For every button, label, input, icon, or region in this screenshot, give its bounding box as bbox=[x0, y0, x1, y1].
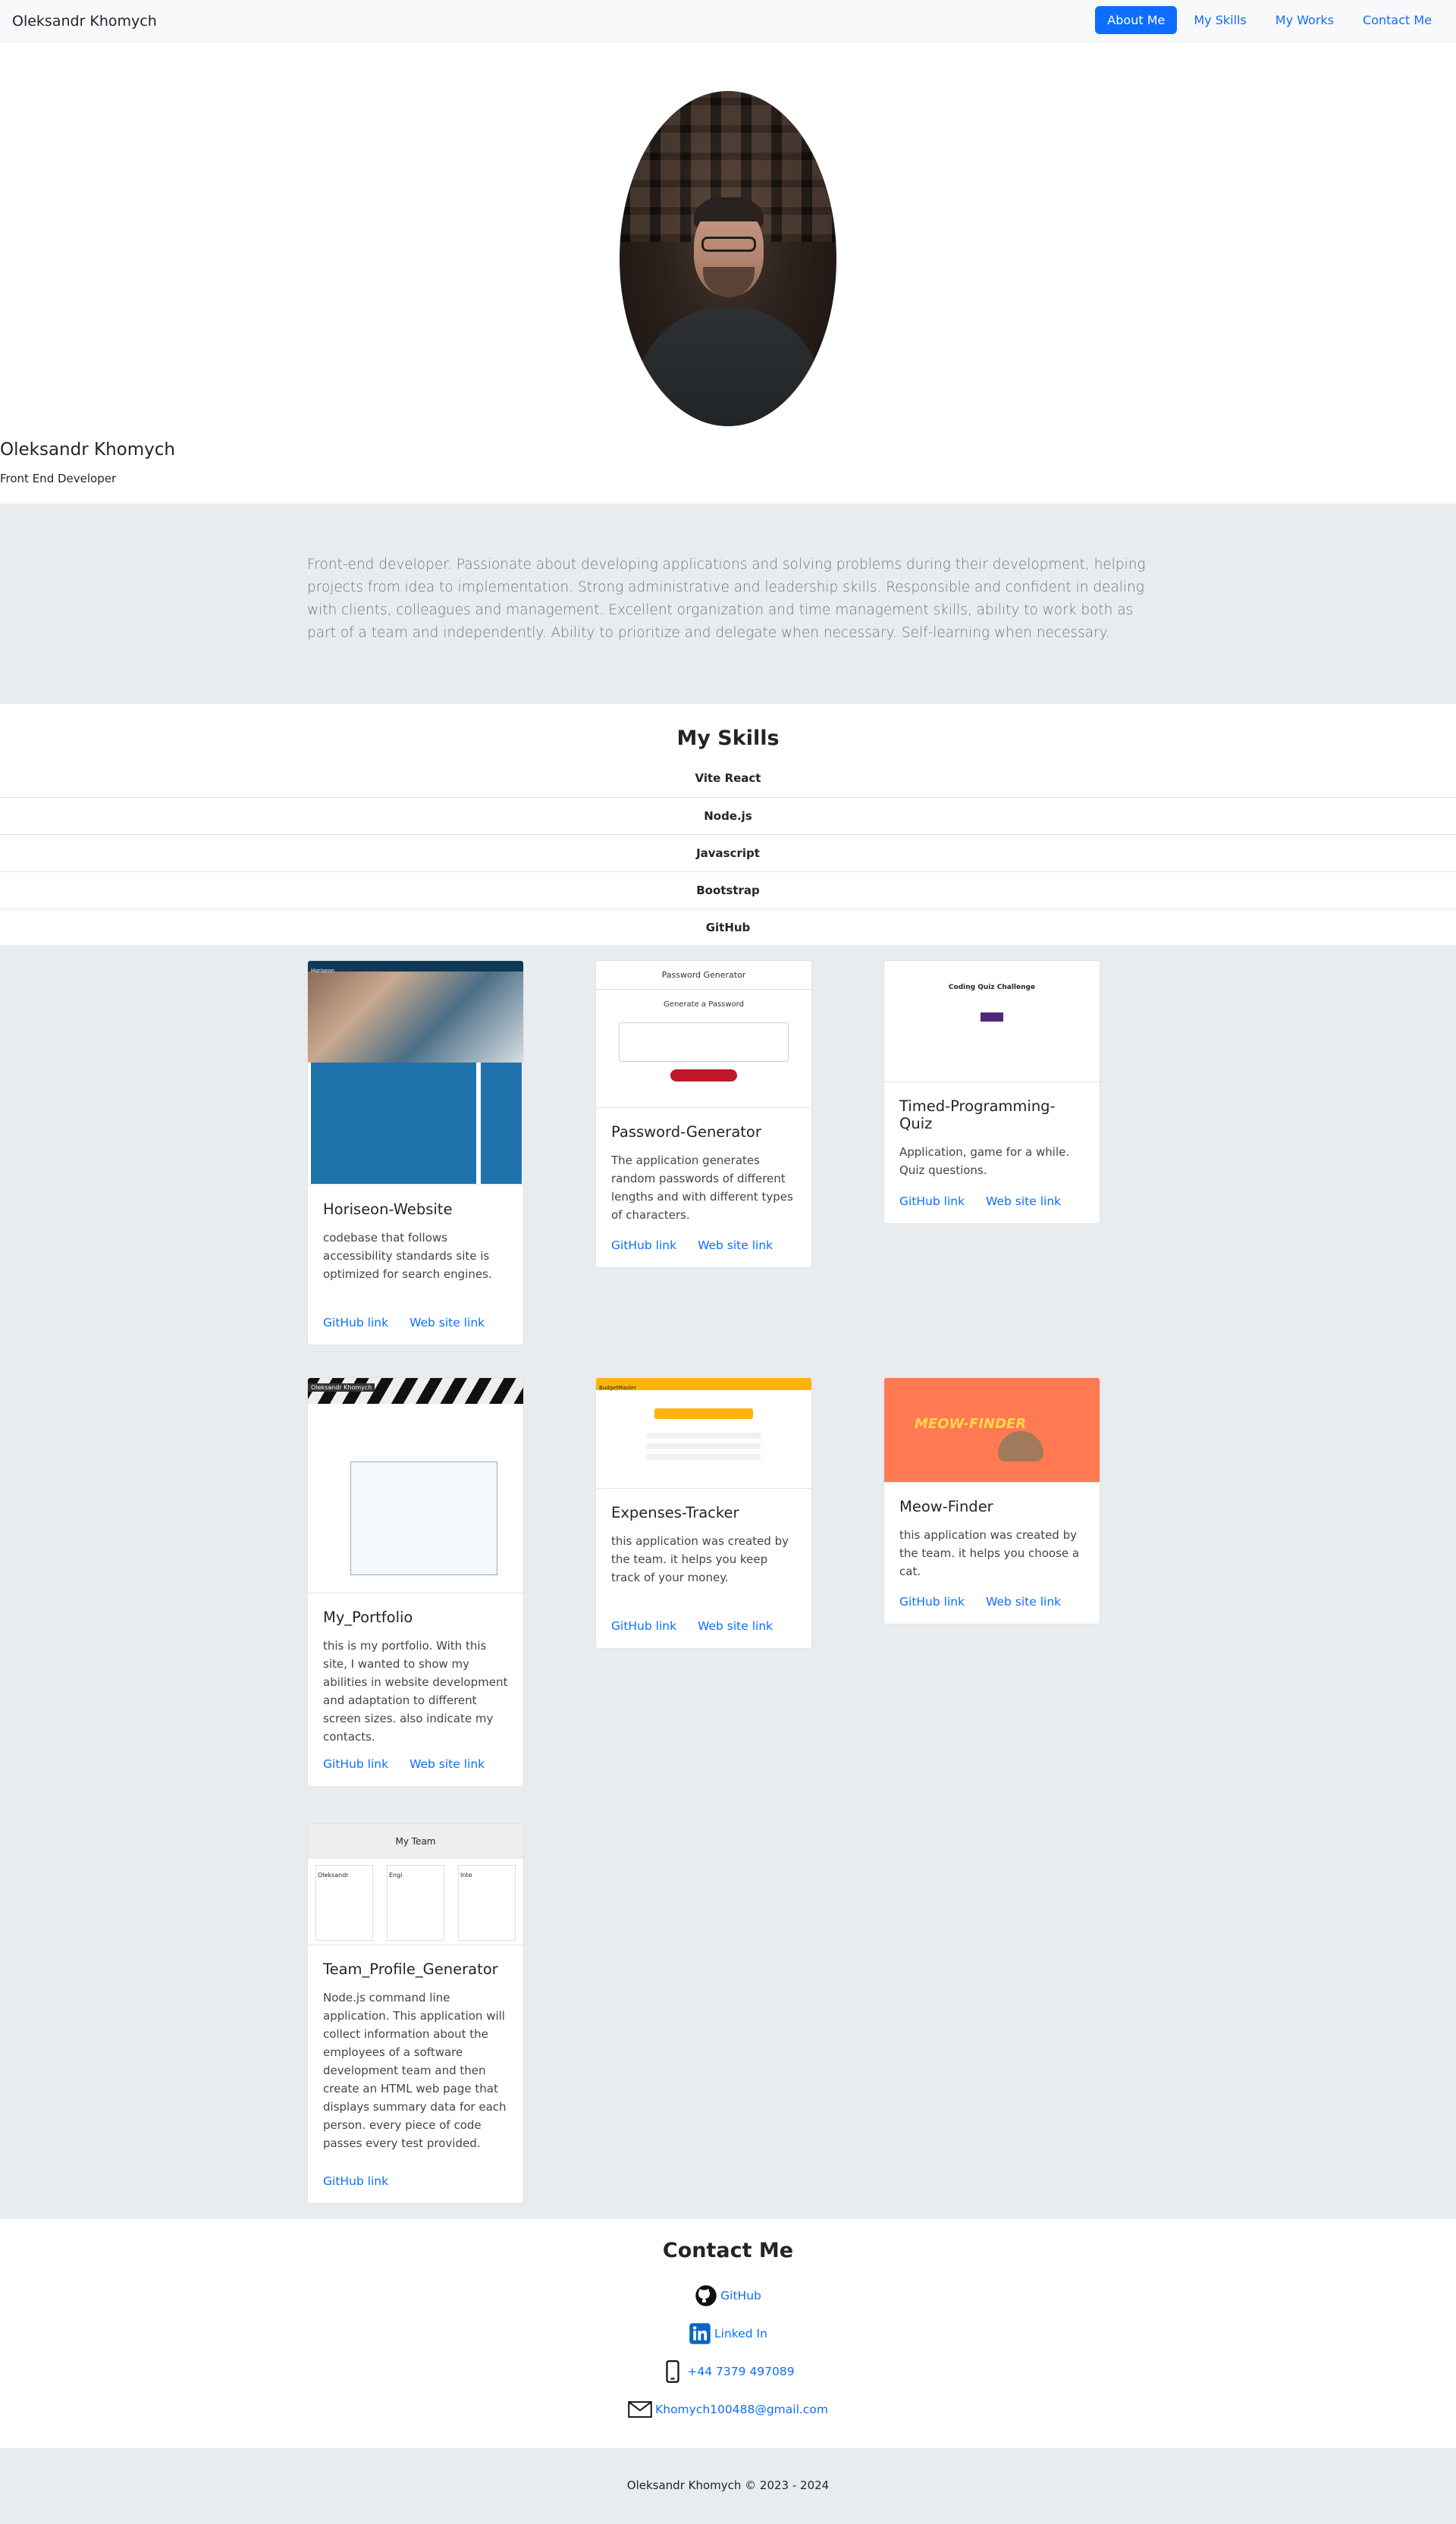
github-link[interactable]: GitHub link bbox=[323, 2174, 388, 2188]
project-card-portfolio: Oleksandr Khomych My_Portfolio this is m… bbox=[307, 1377, 524, 1787]
project-description: The application generates random passwor… bbox=[611, 1154, 793, 1222]
project-title: Password-Generator bbox=[611, 1123, 761, 1141]
thumbnail-text: MEOW-FINDER bbox=[915, 1416, 1027, 1432]
project-title: Horiseon-Website bbox=[323, 1201, 453, 1218]
nav-link-contact-me[interactable]: Contact Me bbox=[1351, 6, 1444, 34]
team-member-name: Engi bbox=[389, 1872, 403, 1879]
project-thumbnail: Coding Quiz Challenge bbox=[884, 961, 1100, 1082]
skills-section: My Skills Vite React Node.js Javascript … bbox=[0, 704, 1456, 945]
skill-item: Javascript bbox=[0, 834, 1456, 871]
contact-linkedin-row: Linked In bbox=[0, 2322, 1456, 2345]
contact-title: Contact Me bbox=[662, 2239, 794, 2262]
project-description: this is my portfolio. With this site, I … bbox=[323, 1639, 508, 1744]
footer: Oleksandr Khomych © 2023 - 2024 bbox=[0, 2448, 1456, 2524]
skill-item: GitHub bbox=[0, 909, 1456, 946]
thumbnail-text: Coding Quiz Challenge bbox=[948, 984, 1036, 991]
contact-phone-row: +44 7379 497089 bbox=[0, 2360, 1456, 2383]
project-title: My_Portfolio bbox=[323, 1609, 413, 1626]
email-link[interactable]: Khomych100488@gmail.com bbox=[655, 2403, 828, 2416]
thumbnail-subtext: Generate a Password bbox=[664, 1000, 744, 1009]
navbar: Oleksandr Khomych About Me My Skills My … bbox=[0, 0, 1456, 42]
website-link[interactable]: Web site link bbox=[410, 1316, 485, 1329]
contact-section: Contact Me GitHub Linked In +44 7379 497… bbox=[0, 2219, 1456, 2448]
project-thumbnail: Horiseon bbox=[308, 961, 523, 1185]
contact-github-row: GitHub bbox=[0, 2284, 1456, 2307]
github-link[interactable]: GitHub link bbox=[899, 1195, 965, 1208]
project-thumbnail: BudgetMaster bbox=[596, 1378, 811, 1489]
project-description: Application, game for a while. Quiz ques… bbox=[899, 1145, 1070, 1177]
website-link[interactable]: Web site link bbox=[698, 1619, 773, 1633]
project-thumbnail: Password Generator Generate a Password bbox=[596, 961, 811, 1108]
project-card-team-profile-generator: My Team Oleksandr Engi Inte Team_Profile… bbox=[307, 1823, 524, 2204]
project-title: Meow-Finder bbox=[899, 1498, 993, 1515]
project-thumbnail: MEOW-FINDER bbox=[884, 1378, 1100, 1483]
website-link[interactable]: Web site link bbox=[698, 1238, 773, 1252]
phone-link[interactable]: +44 7379 497089 bbox=[687, 2365, 794, 2378]
project-description: Node.js command line application. This a… bbox=[323, 1991, 507, 2150]
website-link[interactable]: Web site link bbox=[410, 1757, 485, 1771]
github-link[interactable]: GitHub link bbox=[611, 1238, 676, 1252]
thumbnail-text: Horiseon bbox=[311, 968, 335, 974]
project-title: Timed-Programming-Quiz bbox=[899, 1097, 1056, 1132]
project-title: Team_Profile_Generator bbox=[323, 1960, 498, 1978]
project-card-meow-finder: MEOW-FINDER Meow-Finder this application… bbox=[883, 1377, 1100, 1625]
skills-title: My Skills bbox=[676, 727, 780, 750]
project-thumbnail: Oleksandr Khomych bbox=[308, 1378, 523, 1593]
project-description: codebase that follows accessibility stan… bbox=[323, 1231, 492, 1281]
nav-links: About Me My Skills My Works Contact Me bbox=[1095, 6, 1444, 34]
skill-item: Vite React bbox=[695, 771, 761, 785]
profile-section: Oleksandr Khomych Front End Developer bbox=[0, 42, 1456, 504]
website-link[interactable]: Web site link bbox=[986, 1195, 1061, 1208]
project-card-expenses-tracker: BudgetMaster Expenses-Tracker this appli… bbox=[595, 1377, 812, 1649]
website-link[interactable]: Web site link bbox=[986, 1595, 1061, 1609]
github-link[interactable]: GitHub link bbox=[323, 1316, 388, 1329]
project-card-password-generator: Password Generator Generate a Password P… bbox=[595, 960, 812, 1268]
team-member-name: Oleksandr bbox=[318, 1872, 349, 1879]
footer-text: Oleksandr Khomych © 2023 - 2024 bbox=[626, 2478, 830, 2492]
brand-name[interactable]: Oleksandr Khomych bbox=[12, 13, 157, 30]
nav-link-about-me[interactable]: About Me bbox=[1095, 6, 1178, 34]
linkedin-icon bbox=[689, 2322, 711, 2345]
github-link[interactable]: GitHub link bbox=[899, 1595, 965, 1609]
nav-link-my-skills[interactable]: My Skills bbox=[1181, 6, 1258, 34]
profile-name: Oleksandr Khomych bbox=[0, 440, 175, 460]
team-member-name: Inte bbox=[460, 1872, 472, 1879]
skill-item: Bootstrap bbox=[0, 871, 1456, 909]
project-card-quiz: Coding Quiz Challenge Timed-Programming-… bbox=[883, 960, 1100, 1224]
project-thumbnail: My Team Oleksandr Engi Inte bbox=[308, 1824, 523, 1945]
skill-item: Node.js bbox=[0, 797, 1456, 834]
project-description: this application was created by the team… bbox=[899, 1528, 1080, 1578]
thumbnail-text: Password Generator bbox=[596, 961, 811, 990]
project-description: this application was created by the team… bbox=[611, 1534, 789, 1584]
nav-link-my-works[interactable]: My Works bbox=[1263, 6, 1346, 34]
github-icon bbox=[695, 2284, 717, 2307]
thumbnail-text: BudgetMaster bbox=[599, 1385, 637, 1391]
phone-icon bbox=[661, 2360, 684, 2383]
project-title: Expenses-Tracker bbox=[611, 1504, 739, 1521]
thumbnail-text: Oleksandr Khomych bbox=[308, 1383, 375, 1392]
github-link[interactable]: GitHub link bbox=[611, 1619, 676, 1633]
project-card-horiseon: Horiseon Horiseon-Website codebase that … bbox=[307, 960, 524, 1345]
thumbnail-text: My Team bbox=[308, 1824, 523, 1859]
profile-role: Front End Developer bbox=[0, 472, 117, 485]
skill-list: Vite React Node.js Javascript Bootstrap … bbox=[0, 760, 1456, 946]
linkedin-link[interactable]: Linked In bbox=[714, 2327, 767, 2340]
about-section: Front-end developer. Passionate about de… bbox=[0, 504, 1456, 704]
avatar bbox=[620, 91, 836, 426]
github-link[interactable]: GitHub link bbox=[323, 1757, 388, 1771]
works-section: Horiseon Horiseon-Website codebase that … bbox=[0, 945, 1456, 2219]
about-text: Front-end developer. Passionate about de… bbox=[307, 557, 1146, 641]
github-link[interactable]: GitHub bbox=[720, 2289, 761, 2303]
envelope-icon bbox=[628, 2398, 652, 2421]
contact-email-row: Khomych100488@gmail.com bbox=[0, 2398, 1456, 2421]
